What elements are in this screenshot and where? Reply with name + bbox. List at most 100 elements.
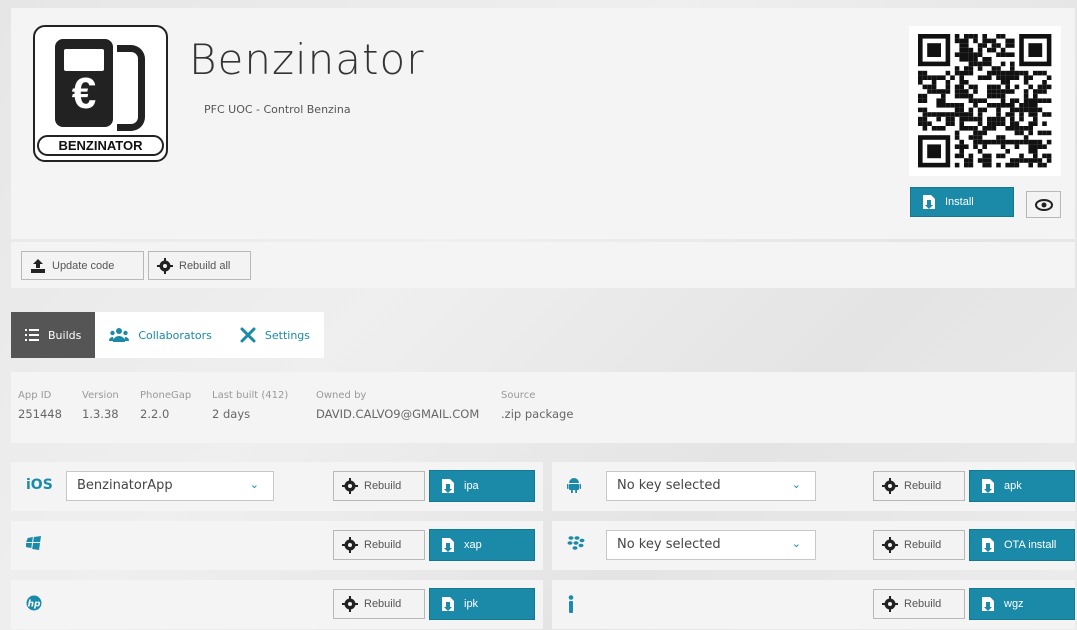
qr-module [987,57,992,62]
qr-module [964,47,969,53]
windows-xap-button[interactable]: xap [429,529,535,561]
qr-module [1014,130,1020,136]
qr-module [954,52,960,57]
qr-module [931,80,937,85]
ios-rebuild-button[interactable]: Rebuild [333,471,425,501]
qr-module [996,70,1001,76]
qr-module [1019,70,1024,76]
qr-module [927,84,932,90]
symbian-rebuild-button[interactable]: Rebuild [873,589,965,619]
symbian-wgz-button[interactable]: wgz [969,588,1075,620]
qr-module [1042,112,1047,117]
qr-module [1000,52,1006,57]
qr-module [1023,70,1029,76]
qr-module [987,38,992,44]
qr-module [1023,103,1029,108]
qr-module [959,57,964,62]
qr-module [1014,98,1020,103]
gear-icon [882,537,898,553]
qr-module [973,98,978,103]
qr-module [987,70,992,76]
android-key-select[interactable]: No key selected ⌄ [606,471,816,501]
qr-code [909,26,1061,176]
android-rebuild-button[interactable]: Rebuild [873,471,965,501]
qr-module [996,112,1001,117]
qr-module [936,112,941,117]
qr-module [968,34,974,39]
qr-module [991,116,997,122]
qr-module [1042,89,1047,94]
tab-settings[interactable]: Settings [225,312,325,358]
qr-module [1028,112,1033,117]
qr-module [922,121,928,126]
qr-module [959,112,964,117]
qr-module [1019,130,1024,136]
qr-module [964,43,969,48]
app-logo: € BENZINATOR [33,25,168,162]
platform-row-android: No key selected ⌄ Rebuild apk [552,462,1075,511]
qr-module [964,66,969,71]
windows-rebuild-button[interactable]: Rebuild [333,530,425,560]
qr-module [1010,38,1015,44]
qr-module [1028,84,1033,90]
qr-module [964,158,969,163]
qr-module [1010,43,1015,48]
qr-module [950,75,955,80]
qr-module [968,93,974,99]
ios-key-select[interactable]: BenzinatorApp ⌄ [66,471,274,501]
qr-module [1033,103,1038,108]
qr-module [1019,103,1024,108]
qr-module [1005,75,1010,80]
qr-module [1014,126,1020,131]
install-button[interactable]: Install [910,187,1014,217]
android-apk-button[interactable]: apk [969,470,1075,502]
qr-module [968,52,974,57]
qr-module [954,107,960,113]
qr-module [964,52,969,57]
qr-module [968,84,974,90]
qr-module [1028,103,1033,108]
preview-button[interactable] [1026,191,1061,218]
qr-module [931,112,937,117]
qr-module [927,112,932,117]
ios-ipa-button[interactable]: ipa [429,470,535,502]
blackberry-rebuild-button[interactable]: Rebuild [873,530,965,560]
webos-rebuild-button[interactable]: Rebuild [333,589,425,619]
qr-module [991,139,997,145]
qr-module [977,43,983,48]
qr-module [1000,139,1006,145]
qr-module [996,153,1001,159]
tab-builds[interactable]: Builds [11,312,96,358]
qr-module [1000,89,1006,94]
qr-module [1000,47,1006,53]
action-toolbar: Update code Rebuild all [11,242,1075,288]
qr-module [1037,107,1043,113]
update-code-button[interactable]: Update code [21,251,144,280]
qr-module [987,61,992,67]
blackberry-ota-button[interactable]: OTA install [969,529,1075,561]
qr-module [941,93,946,99]
qr-module [1014,70,1020,76]
qr-module [1028,121,1033,126]
qr-module [987,126,992,131]
qr-module [1042,121,1047,126]
rebuild-all-button[interactable]: Rebuild all [148,251,251,280]
chevron-down-icon: ⌄ [791,537,801,550]
webos-ipk-button[interactable]: ipk [429,588,535,620]
qr-module [959,93,964,99]
qr-module [941,75,946,80]
blackberry-key-select[interactable]: No key selected ⌄ [606,530,816,560]
fuel-pump-icon: € [55,39,113,127]
qr-module [1010,162,1015,168]
qr-module [1042,130,1047,136]
qr-module [954,144,960,149]
qr-module [1023,89,1029,94]
qr-module [987,153,992,159]
build-info-panel: App ID 251448 Version 1.3.38 PhoneGap 2.2.0… [11,372,1075,443]
tab-collaborators[interactable]: Collaborators [95,312,226,358]
qr-module [977,107,983,113]
qr-module [1033,70,1038,76]
chevron-down-icon: ⌄ [249,478,259,491]
qr-module [1023,80,1029,85]
qr-module [964,70,969,76]
